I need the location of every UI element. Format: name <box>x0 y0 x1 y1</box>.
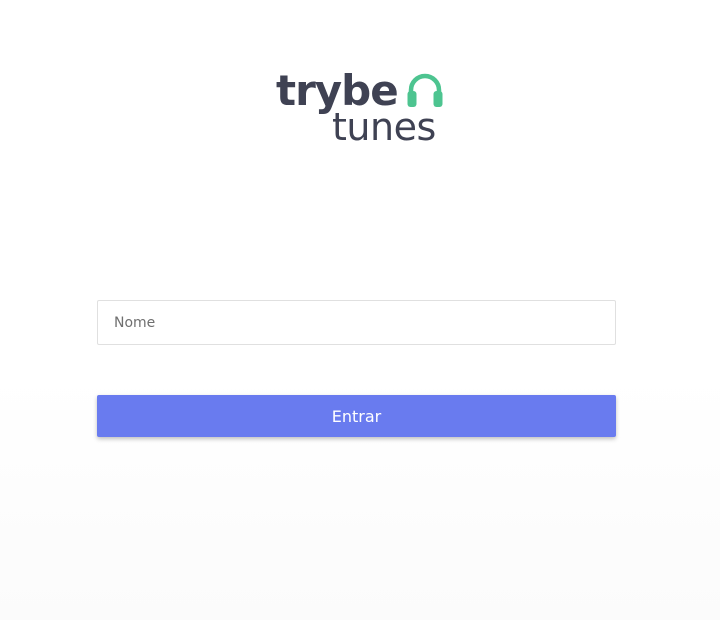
logo-word-tunes: tunes <box>332 105 436 149</box>
name-input[interactable] <box>97 300 616 345</box>
login-page: trybe tunes Entrar <box>0 0 720 620</box>
trybe-tunes-logo: trybe tunes <box>274 66 454 150</box>
enter-button[interactable]: Entrar <box>97 395 616 437</box>
